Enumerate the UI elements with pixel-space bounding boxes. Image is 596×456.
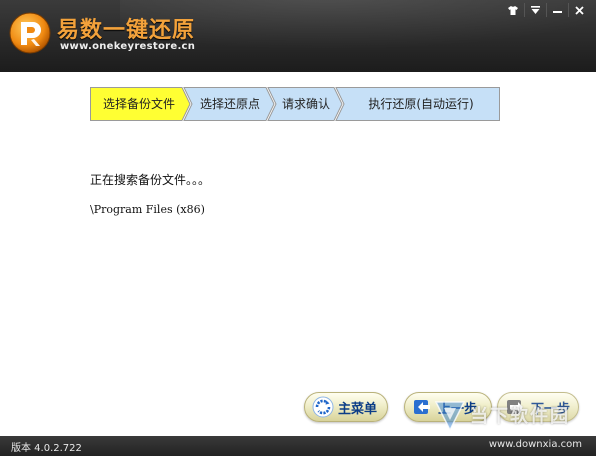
minimize-button[interactable] (546, 3, 568, 17)
search-path: \Program Files (x86) (90, 203, 205, 216)
skin-button[interactable] (502, 3, 524, 17)
window-controls (502, 3, 590, 17)
shirt-icon (508, 5, 518, 15)
version-label: 版本 4.0.2.722 (11, 443, 82, 454)
back-arrow-icon (414, 400, 430, 414)
previous-step-label: 上一步 (438, 401, 478, 417)
close-button[interactable] (568, 3, 590, 17)
previous-step-button[interactable]: 上一步 (404, 392, 492, 422)
restore-logo-icon (9, 12, 51, 54)
watermark-url: www.downxia.com (488, 439, 582, 450)
next-step-button[interactable]: 下一步 (497, 392, 579, 422)
app-title: 易数一键还原 (57, 18, 196, 43)
step-execute-restore[interactable]: 执行还原(自动运行) (346, 96, 496, 112)
next-step-label: 下一步 (531, 401, 571, 417)
close-icon (575, 5, 584, 15)
menu-button[interactable] (524, 3, 546, 17)
status-message: 正在搜索备份文件。。。 (90, 173, 211, 187)
menu-dropdown-icon (531, 6, 540, 14)
app-url: www.onekeyrestore.cn (60, 41, 196, 52)
step-select-restore-point[interactable]: 选择还原点 (192, 96, 268, 112)
step-progress-bar: 选择备份文件 选择还原点 请求确认 执行还原(自动运行) (90, 87, 500, 121)
refresh-cycle-icon (312, 396, 334, 418)
title-bar[interactable]: 易数一键还原 www.onekeyrestore.cn (0, 0, 596, 72)
step-select-backup[interactable]: 选择备份文件 (94, 96, 184, 112)
main-menu-button[interactable]: 主菜单 (304, 392, 388, 422)
minimize-icon (553, 11, 562, 13)
step-request-confirm[interactable]: 请求确认 (276, 96, 336, 112)
main-menu-label: 主菜单 (338, 401, 378, 417)
status-bar: 版本 4.0.2.722 www.downxia.com (0, 436, 596, 456)
forward-arrow-icon (507, 400, 523, 414)
